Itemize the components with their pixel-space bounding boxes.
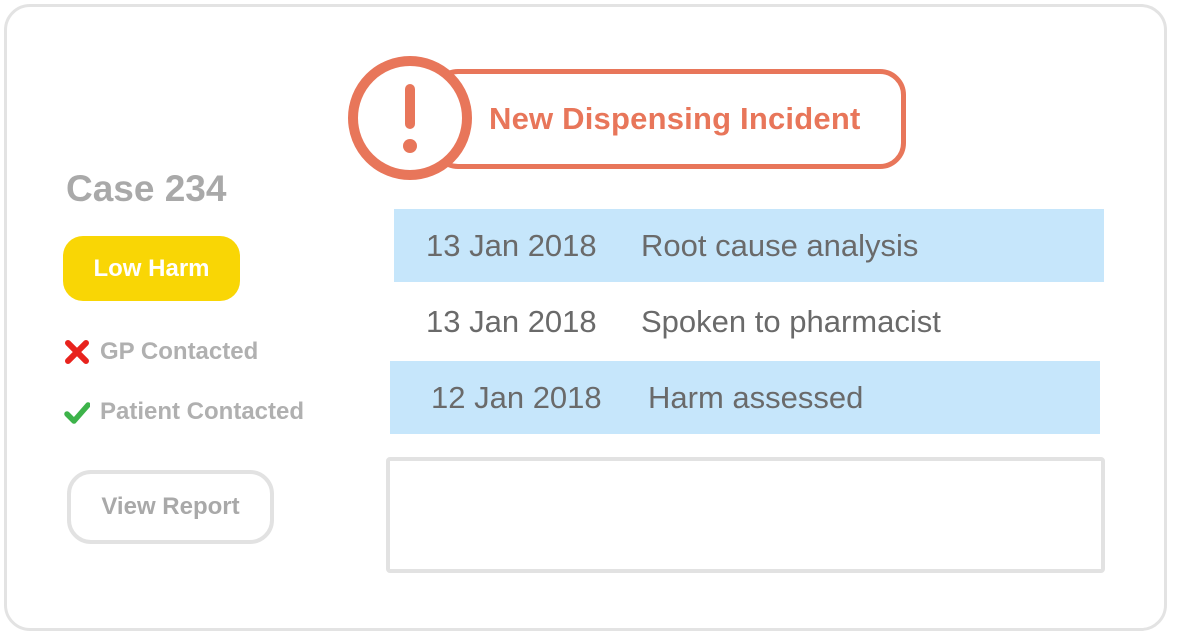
timeline-row: 13 Jan 2018 Spoken to pharmacist	[394, 285, 1104, 358]
harm-level-badge: Low Harm	[63, 236, 240, 301]
timeline-date: 13 Jan 2018	[426, 228, 597, 263]
timeline-date: 12 Jan 2018	[431, 380, 602, 415]
incident-alert-banner: New Dispensing Incident	[432, 69, 906, 169]
cross-icon	[64, 339, 90, 365]
case-title: Case 234	[66, 168, 227, 209]
view-report-button[interactable]: View Report	[67, 470, 274, 544]
notes-textarea[interactable]	[386, 457, 1105, 573]
status-patient-contacted: Patient Contacted	[64, 397, 304, 427]
status-gp-contacted: GP Contacted	[64, 337, 258, 367]
check-icon	[64, 399, 91, 425]
exclamation-icon	[348, 56, 472, 180]
timeline-event: Harm assessed	[648, 380, 864, 415]
timeline-date: 13 Jan 2018	[426, 304, 597, 339]
timeline-row: 12 Jan 2018 Harm assessed	[390, 361, 1100, 434]
timeline-event: Root cause analysis	[641, 228, 919, 263]
timeline-event: Spoken to pharmacist	[641, 304, 941, 339]
alert-title: New Dispensing Incident	[489, 101, 861, 136]
status-label: GP Contacted	[100, 338, 259, 365]
timeline-row: 13 Jan 2018 Root cause analysis	[394, 209, 1104, 282]
status-label: Patient Contacted	[100, 398, 305, 425]
